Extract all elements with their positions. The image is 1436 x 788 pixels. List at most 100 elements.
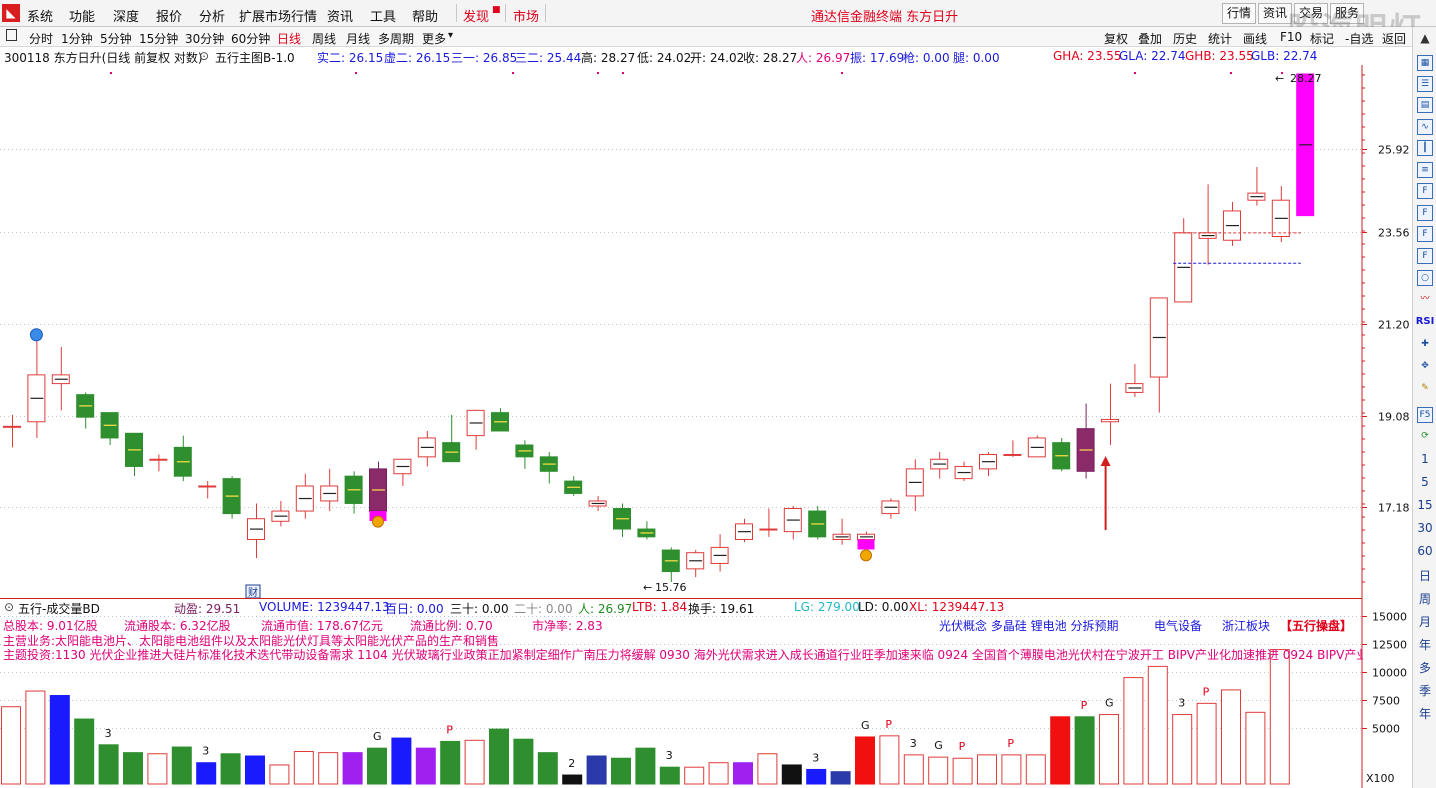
period-monthly[interactable]: 月线 <box>346 30 370 47</box>
cross-icon[interactable]: ✚ <box>1417 337 1433 353</box>
period-week-button[interactable]: 周 <box>1413 590 1436 607</box>
panel-toggle-icon[interactable] <box>6 29 17 41</box>
menu-tools[interactable]: 工具 <box>370 6 396 25</box>
concept-tags[interactable]: 光伏概念 多晶硅 锂电池 分拆预期 <box>939 617 1118 634</box>
interval-15[interactable]: 15 <box>1413 498 1436 512</box>
period-day-button[interactable]: 日 <box>1413 567 1436 584</box>
value-gla: GLA: 22.74 <box>1119 49 1186 63</box>
vol-ren: 人: 26.97 <box>578 602 633 616</box>
interval-1[interactable]: 1 <box>1413 452 1436 466</box>
candle <box>125 432 143 477</box>
pencil-icon[interactable]: ✎ <box>1417 381 1433 397</box>
interval-30[interactable]: 30 <box>1413 521 1436 535</box>
industry-tag[interactable]: 电气设备 <box>1154 617 1202 634</box>
menu-analysis[interactable]: 分析 <box>199 6 225 25</box>
vol-bairi: 百日: 0.00 <box>385 602 444 616</box>
candle <box>491 408 509 432</box>
tab-quotes[interactable]: 行情 <box>1222 3 1256 24</box>
indicator-menu-icon[interactable]: ⊙ <box>199 49 209 63</box>
volume-title[interactable]: 五行-成交量BD <box>18 600 100 617</box>
menu-news[interactable]: 资讯 <box>327 6 353 25</box>
period-multi-button[interactable]: 多 <box>1413 659 1436 676</box>
history-button[interactable]: 历史 <box>1173 30 1197 47</box>
period-month-button[interactable]: 月 <box>1413 613 1436 630</box>
fo-icon[interactable]: F <box>1417 248 1433 264</box>
period-year2-button[interactable]: 年 <box>1413 705 1436 722</box>
volume-signal-label: P <box>959 740 966 753</box>
period-tick[interactable]: 分时 <box>29 30 53 47</box>
indicator-info-bar: 300118 东方日升(日线 前复权 对数) ⊙ 五行主图B-1.0 实二: 2… <box>0 48 1412 65</box>
volume-menu-icon[interactable]: ⊙ <box>4 600 14 614</box>
vol-huanshou: 换手: 19.61 <box>688 602 755 616</box>
volume-scale-label: X100 <box>1366 772 1395 785</box>
rsi-button[interactable]: RSI <box>1413 316 1436 327</box>
f5-icon[interactable]: F5 <box>1417 407 1433 423</box>
interval-5[interactable]: 5 <box>1413 475 1436 489</box>
period-multi[interactable]: 多周期 <box>378 30 414 47</box>
period-year-button[interactable]: 年 <box>1413 636 1436 653</box>
menu-discover[interactable]: 发现 <box>463 6 489 25</box>
menu-system[interactable]: 系统 <box>27 6 53 25</box>
right-tool-panel: ▲ ▦ ☰ ▤ ∿ ┃ ≡ F F F F ○ 〰 RSI ✚ ✥ ✎ F5 ⟳… <box>1412 27 1436 788</box>
vol-sanshi: 三十: 0.00 <box>450 602 509 616</box>
adjust-button[interactable]: 复权 <box>1104 30 1128 47</box>
more-dropdown-icon[interactable]: ▾ <box>448 30 453 41</box>
list-icon[interactable]: ☰ <box>1417 76 1433 92</box>
f10-icon[interactable]: F <box>1417 183 1433 199</box>
fz-icon[interactable]: F <box>1417 226 1433 242</box>
menu-market[interactable]: 市场 <box>513 6 539 25</box>
f2-icon[interactable]: F <box>1417 205 1433 221</box>
volume-bar <box>147 753 168 785</box>
menu-help[interactable]: 帮助 <box>412 6 438 25</box>
period-15min[interactable]: 15分钟 <box>139 30 178 47</box>
vol-ld: LD: 0.00 <box>858 600 909 614</box>
period-5min[interactable]: 5分钟 <box>100 30 132 47</box>
grid-icon[interactable]: ▦ <box>1417 55 1433 71</box>
wuxing-tag[interactable]: 【五行操盘】 <box>1280 617 1352 634</box>
period-60min[interactable]: 60分钟 <box>231 30 270 47</box>
back-button[interactable]: 返回 <box>1382 30 1406 47</box>
doc-icon[interactable]: ≡ <box>1417 162 1433 178</box>
candle-icon[interactable]: ┃ <box>1417 140 1433 156</box>
overlay-button[interactable]: 叠加 <box>1138 30 1162 47</box>
menu-depth[interactable]: 深度 <box>113 6 139 25</box>
indicator-name[interactable]: 五行主图B-1.0 <box>215 49 295 66</box>
move-icon[interactable]: ✥ <box>1417 359 1433 375</box>
region-tag[interactable]: 浙江板块 <box>1222 617 1270 634</box>
candle <box>686 550 705 578</box>
value-gha: GHA: 23.55 <box>1053 49 1122 63</box>
arrow-icon[interactable]: ▲ <box>1417 31 1433 47</box>
refresh-icon[interactable]: ⟳ <box>1417 429 1433 445</box>
f10-button[interactable]: F10 <box>1280 30 1302 44</box>
table-icon[interactable]: ▤ <box>1417 97 1433 113</box>
circle-icon[interactable]: ○ <box>1417 270 1433 286</box>
interval-60[interactable]: 60 <box>1413 544 1436 558</box>
volume-bar <box>757 753 778 785</box>
menu-quote[interactable]: 报价 <box>156 6 182 25</box>
draw-button[interactable]: 画线 <box>1243 30 1267 47</box>
candlestick-chart[interactable]: 25.9223.5621.2019.0817.18 28.27 ← 15.76 … <box>0 65 1412 598</box>
line-chart-icon[interactable]: ∿ <box>1417 119 1433 135</box>
statistics-button[interactable]: 统计 <box>1208 30 1232 47</box>
mark-button[interactable]: 标记 <box>1310 30 1334 47</box>
period-1min[interactable]: 1分钟 <box>61 30 93 47</box>
period-weekly[interactable]: 周线 <box>312 30 336 47</box>
candle-body <box>149 458 168 461</box>
volume-bar <box>879 735 900 785</box>
menu-extended-market[interactable]: 扩展市场行情 <box>239 6 317 25</box>
period-more[interactable]: 更多 <box>422 30 446 47</box>
signal-dot <box>622 72 624 74</box>
volume-bar <box>928 756 949 785</box>
value-close: 收: 28.27 <box>743 51 798 65</box>
candle <box>661 547 680 582</box>
signal-dot <box>597 72 599 74</box>
period-30min[interactable]: 30分钟 <box>185 30 224 47</box>
volume-bar <box>1050 716 1071 785</box>
period-quarter-button[interactable]: 季 <box>1413 682 1436 699</box>
wave-icon[interactable]: 〰 <box>1417 292 1433 308</box>
watchlist-button[interactable]: -自选 <box>1345 30 1373 47</box>
candle <box>735 518 753 543</box>
menu-function[interactable]: 功能 <box>69 6 95 25</box>
period-daily[interactable]: 日线 <box>277 30 301 47</box>
app-logo-icon[interactable]: ◣ <box>2 4 20 22</box>
